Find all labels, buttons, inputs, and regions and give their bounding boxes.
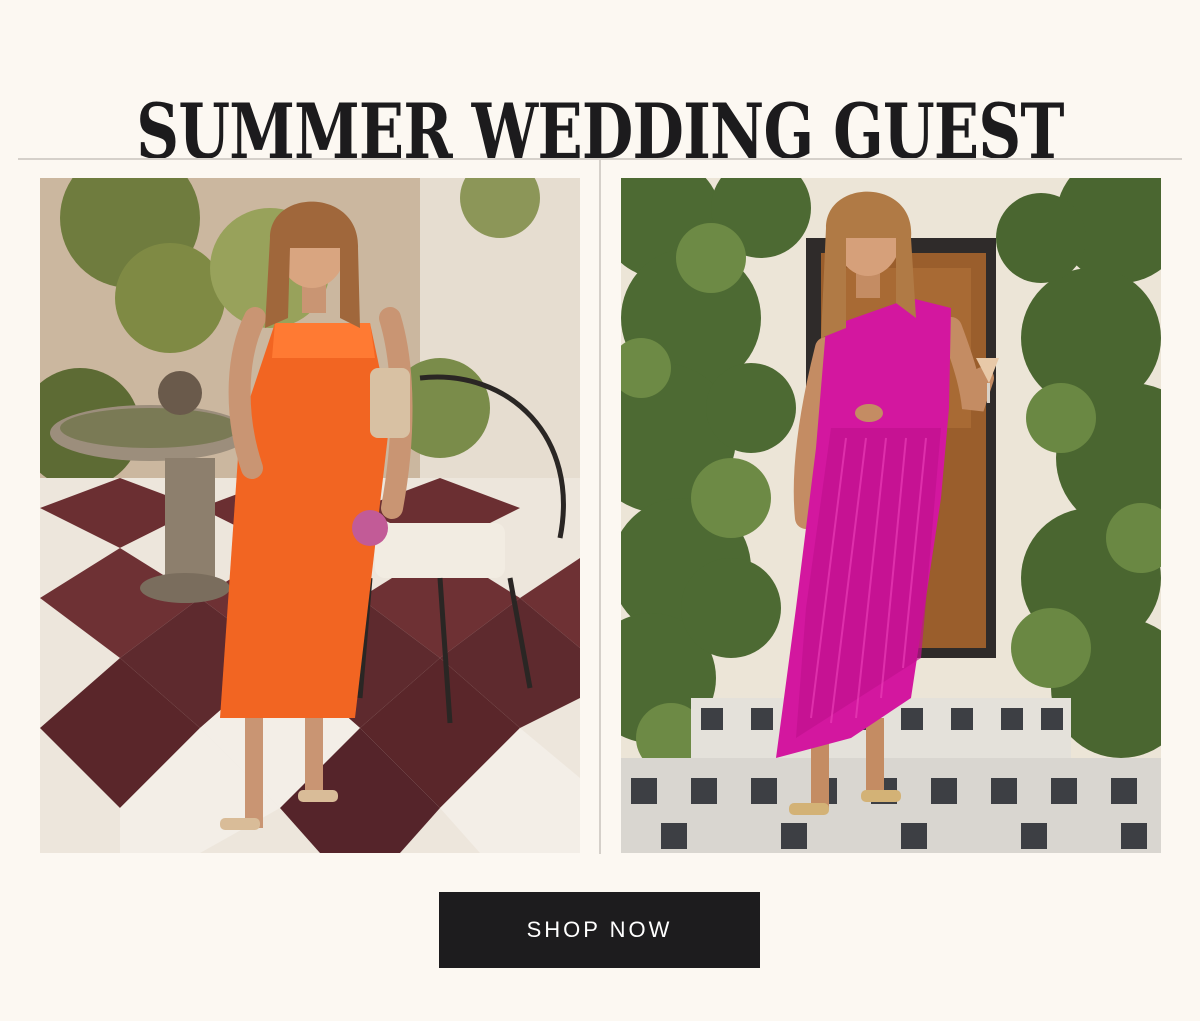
vertical-divider (599, 160, 601, 854)
pink-pleated-dress-photo[interactable] (621, 178, 1161, 853)
orange-dress-illustration (40, 178, 580, 853)
shop-now-button[interactable]: SHOP NOW (439, 892, 760, 968)
orange-lace-dress-photo[interactable] (40, 178, 580, 853)
pink-dress-illustration (621, 178, 1161, 853)
